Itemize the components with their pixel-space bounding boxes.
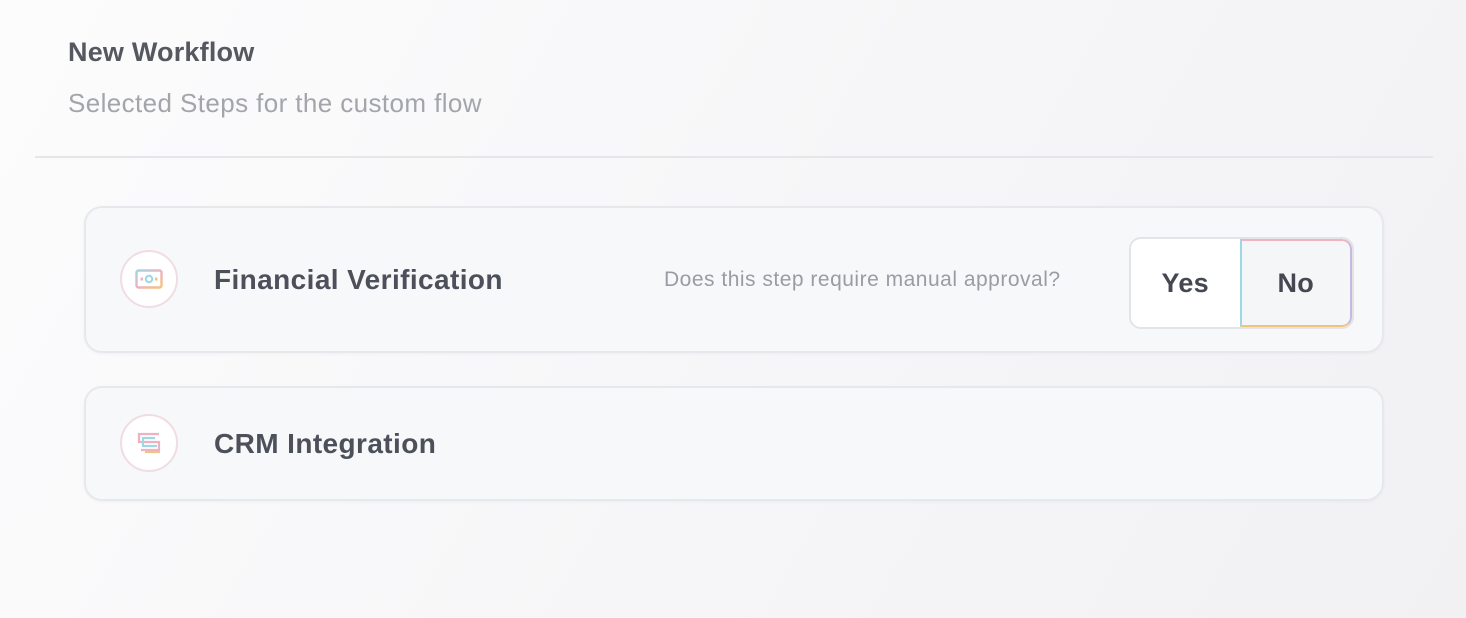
money-icon: [120, 250, 178, 308]
page-subtitle: Selected Steps for the custom flow: [68, 88, 482, 118]
yes-button[interactable]: Yes: [1131, 239, 1240, 327]
step-name: Financial Verification: [214, 264, 503, 295]
page-header: New Workflow Selected Steps for the cust…: [68, 34, 482, 120]
crm-icon: [120, 414, 178, 472]
step-card-financial-verification: Financial Verification Does this step re…: [84, 206, 1384, 353]
step-name: CRM Integration: [214, 428, 437, 459]
page-title: New Workflow: [68, 37, 255, 67]
no-button[interactable]: No: [1239, 239, 1352, 327]
manual-approval-toggle: Yes No: [1129, 237, 1354, 329]
step-card-crm-integration: CRM Integration: [84, 386, 1384, 501]
header-divider: [35, 156, 1433, 158]
manual-approval-question: Does this step require manual approval?: [664, 268, 1061, 291]
